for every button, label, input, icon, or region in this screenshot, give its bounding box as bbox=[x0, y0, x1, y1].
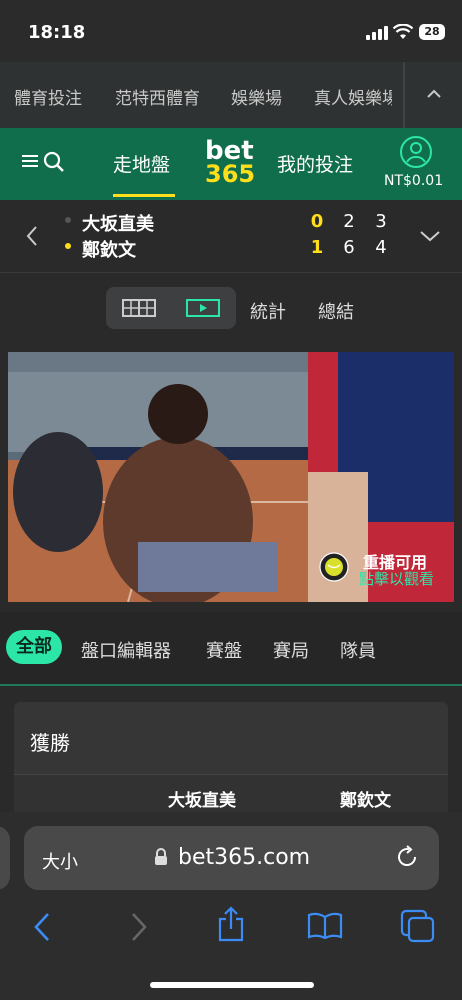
match-video[interactable]: 重播可用 點擊以觀看 bbox=[8, 352, 454, 602]
filter-sets[interactable]: 賽盤 bbox=[206, 637, 242, 663]
player1-points: 0 bbox=[310, 211, 324, 232]
filter-players[interactable]: 隊員 bbox=[340, 637, 376, 663]
chevron-left-icon[interactable] bbox=[26, 226, 38, 246]
home-indicator bbox=[150, 982, 314, 988]
back-icon[interactable] bbox=[33, 912, 51, 942]
player1-name: 大坂直美 bbox=[82, 214, 154, 235]
logo-365[interactable]: 365 bbox=[205, 162, 255, 186]
market-col-player2: 鄭欽文 bbox=[340, 791, 391, 811]
player2-set2: 4 bbox=[375, 237, 387, 258]
battery-icon: 28 bbox=[419, 24, 445, 40]
filter-bet-builder[interactable]: 盤口編輯器 bbox=[81, 637, 171, 663]
share-icon[interactable] bbox=[216, 906, 246, 942]
account-balance[interactable]: NT$0.01 bbox=[384, 173, 443, 189]
active-tab-indicator bbox=[113, 194, 175, 197]
market-col-player1: 大坂直美 bbox=[168, 791, 236, 811]
chevron-up-icon[interactable] bbox=[427, 89, 441, 99]
player1-set1: 2 bbox=[343, 211, 355, 232]
lock-icon bbox=[155, 848, 167, 865]
player1-set2: 3 bbox=[375, 211, 387, 232]
view-toggle bbox=[106, 287, 236, 329]
cellular-signal-icon bbox=[366, 26, 388, 40]
forward-icon[interactable] bbox=[130, 912, 148, 942]
filter-all[interactable]: 全部 bbox=[6, 630, 62, 664]
chevron-down-icon[interactable] bbox=[420, 230, 440, 242]
url-text[interactable]: bet365.com bbox=[178, 845, 310, 870]
player2-set1: 6 bbox=[343, 237, 355, 258]
text-size-button[interactable]: 大小 bbox=[42, 848, 78, 874]
serve-indicator-player1 bbox=[65, 217, 71, 223]
menu-icon[interactable] bbox=[22, 154, 38, 168]
stats-tab[interactable]: 統計 bbox=[250, 298, 286, 324]
court-view-icon[interactable] bbox=[122, 299, 156, 317]
top-nav: 體育投注 范特西體育 娛樂場 真人娛樂場 bbox=[0, 62, 462, 128]
account-icon[interactable] bbox=[399, 135, 433, 169]
scoreboard: 大坂直美 鄭欽文 0 2 3 1 6 4 bbox=[0, 200, 462, 273]
nav-divider bbox=[403, 62, 405, 128]
nav-item-casino[interactable]: 娛樂場 bbox=[231, 84, 282, 109]
replay-icon[interactable] bbox=[319, 552, 349, 582]
status-bar: 18:18 28 bbox=[0, 0, 462, 62]
clock: 18:18 bbox=[28, 22, 86, 43]
player2-name: 鄭欽文 bbox=[82, 240, 136, 261]
nav-item-sports[interactable]: 體育投注 bbox=[14, 84, 82, 109]
filter-games[interactable]: 賽局 bbox=[273, 637, 309, 663]
summary-tab[interactable]: 總結 bbox=[318, 298, 354, 324]
bookmarks-icon[interactable] bbox=[307, 912, 343, 940]
wifi-icon bbox=[393, 24, 413, 39]
nav-item-live-casino[interactable]: 真人娛樂場 bbox=[314, 84, 392, 109]
tab-in-play[interactable]: 走地盤 bbox=[113, 150, 170, 177]
player2-points: 1 bbox=[310, 237, 324, 258]
video-view-icon[interactable] bbox=[186, 299, 220, 317]
search-icon[interactable] bbox=[43, 151, 65, 173]
reload-icon[interactable] bbox=[395, 845, 419, 869]
nav-item-fantasy[interactable]: 范特西體育 bbox=[115, 84, 200, 109]
tabs-icon[interactable] bbox=[400, 909, 436, 943]
market-title[interactable]: 獲勝 bbox=[30, 727, 70, 756]
previous-tab-peek[interactable] bbox=[0, 826, 10, 890]
tab-my-bets[interactable]: 我的投注 bbox=[277, 150, 353, 177]
replay-subtitle[interactable]: 點擊以觀看 bbox=[359, 568, 434, 589]
serve-indicator-player2 bbox=[65, 243, 71, 249]
